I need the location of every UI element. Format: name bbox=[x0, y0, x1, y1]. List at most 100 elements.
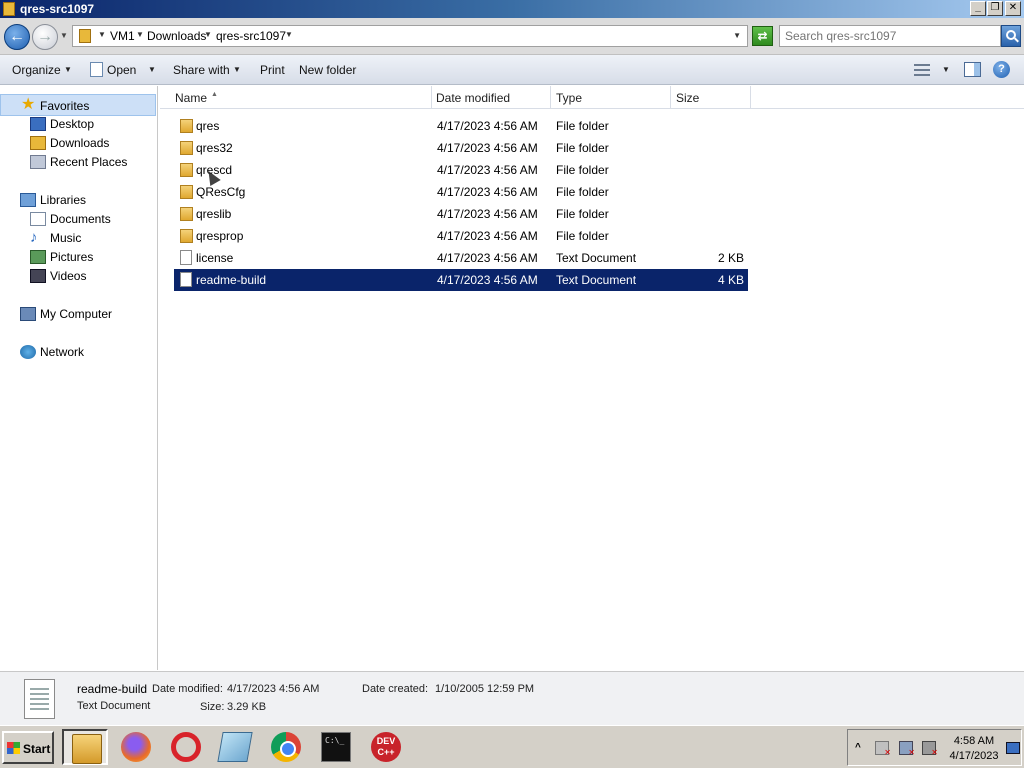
maximize-button[interactable]: ❐ bbox=[987, 1, 1003, 16]
chrome-icon bbox=[271, 732, 301, 762]
view-options-icon[interactable] bbox=[914, 64, 930, 76]
table-row[interactable]: qres 4/17/2023 4:56 AM File folder bbox=[174, 115, 748, 137]
sidebar-item-favorites[interactable]: ★ Favorites bbox=[0, 94, 156, 116]
breadcrumb-vm1[interactable]: VM1 bbox=[110, 29, 135, 43]
recent-places-icon bbox=[30, 155, 46, 169]
show-hidden-icons-button[interactable]: ^ bbox=[855, 742, 861, 753]
file-type: File folder bbox=[556, 163, 609, 177]
action-center-icon[interactable] bbox=[875, 741, 891, 757]
details-created-label: Date created: bbox=[362, 683, 429, 695]
details-pane: readme-build Text Document Date modified… bbox=[0, 671, 1024, 725]
minimize-button[interactable]: _ bbox=[970, 1, 986, 16]
chevron-down-icon[interactable]: ▼ bbox=[233, 65, 241, 74]
breadcrumb-arrow-icon[interactable]: ▼ bbox=[136, 30, 144, 39]
text-file-icon bbox=[180, 272, 192, 287]
start-button[interactable]: Start bbox=[2, 731, 54, 764]
open-button[interactable]: Open bbox=[107, 63, 136, 77]
file-date-modified: 4/17/2023 4:56 AM bbox=[437, 141, 538, 155]
taskbar-command-prompt[interactable]: C:\_ bbox=[313, 729, 359, 765]
command-bar: Organize ▼ Open ▼ Share with ▼ Print New… bbox=[0, 55, 1024, 85]
chevron-down-icon[interactable]: ▼ bbox=[942, 65, 950, 74]
table-row[interactable]: readme-build 4/17/2023 4:56 AM Text Docume… bbox=[174, 269, 748, 291]
file-size: 2 KB bbox=[717, 251, 744, 265]
sidebar-item-label: Pictures bbox=[50, 250, 94, 264]
new-folder-button[interactable]: New folder bbox=[299, 63, 356, 77]
file-name: qresprop bbox=[196, 229, 244, 243]
taskbar-opera[interactable] bbox=[163, 729, 209, 765]
show-desktop-icon[interactable] bbox=[1006, 742, 1020, 754]
system-tray: ^ 4:58 AM 4/17/2023 bbox=[847, 729, 1022, 766]
taskbar-chrome[interactable] bbox=[263, 729, 309, 765]
recent-pages-dropdown[interactable]: ▼ bbox=[60, 31, 68, 40]
folder-icon bbox=[180, 207, 193, 221]
opera-icon bbox=[171, 732, 201, 762]
organize-button[interactable]: Organize bbox=[12, 63, 61, 77]
sidebar-item-label: Network bbox=[40, 345, 85, 359]
network-status-icon[interactable] bbox=[899, 741, 915, 757]
address-history-dropdown[interactable]: ▼ bbox=[733, 31, 741, 40]
column-header-type[interactable]: Type bbox=[551, 86, 671, 109]
file-date-modified: 4/17/2023 4:56 AM bbox=[437, 229, 538, 243]
details-size-value: 3.29 KB bbox=[227, 701, 267, 713]
breadcrumb-arrow-icon[interactable]: ▼ bbox=[204, 30, 212, 39]
back-button[interactable]: ← bbox=[4, 24, 30, 50]
breadcrumb-arrow-icon[interactable]: ▼ bbox=[98, 30, 106, 39]
share-with-button[interactable]: Share with bbox=[173, 63, 230, 77]
navigation-pane: ★ Favorites Desktop Downloads Recent Pla… bbox=[0, 86, 158, 670]
computer-icon bbox=[20, 307, 36, 321]
table-row[interactable]: QResCfg 4/17/2023 4:56 AM File folder bbox=[174, 181, 748, 203]
sidebar-item-label: Videos bbox=[50, 269, 87, 283]
details-file-type: Text Document bbox=[77, 700, 151, 712]
breadcrumb-downloads[interactable]: Downloads bbox=[147, 29, 206, 43]
breadcrumb-qres-src1097[interactable]: qres-src1097 bbox=[216, 29, 286, 43]
column-header-size[interactable]: Size bbox=[671, 86, 751, 109]
file-type: File folder bbox=[556, 229, 609, 243]
forward-button[interactable]: → bbox=[32, 24, 58, 50]
details-modified-label: Date modified: bbox=[152, 683, 223, 695]
table-row[interactable]: qres32 4/17/2023 4:56 AM File folder bbox=[174, 137, 748, 159]
clock[interactable]: 4:58 AM 4/17/2023 bbox=[944, 734, 1004, 764]
folder-icon bbox=[180, 229, 193, 243]
dev-cpp-icon: DEV C++ bbox=[371, 732, 401, 762]
file-type: File folder bbox=[556, 207, 609, 221]
file-date-modified: 4/17/2023 4:56 AM bbox=[437, 251, 538, 265]
search-input[interactable] bbox=[785, 29, 995, 43]
folder-icon bbox=[180, 185, 193, 199]
help-icon[interactable]: ? bbox=[993, 61, 1010, 78]
file-date-modified: 4/17/2023 4:56 AM bbox=[437, 163, 538, 177]
search-box[interactable] bbox=[779, 25, 1001, 47]
file-date-modified: 4/17/2023 4:56 AM bbox=[437, 273, 538, 287]
table-row[interactable]: qreslib 4/17/2023 4:56 AM File folder bbox=[174, 203, 748, 225]
chevron-down-icon[interactable]: ▼ bbox=[148, 65, 156, 74]
breadcrumb-arrow-icon[interactable]: ▼ bbox=[285, 30, 293, 39]
taskbar-notepad[interactable] bbox=[212, 729, 258, 765]
print-button[interactable]: Print bbox=[260, 63, 285, 77]
column-header-name[interactable]: Name ▲ bbox=[170, 86, 432, 109]
column-header-date-modified[interactable]: Date modified bbox=[431, 86, 551, 109]
details-created-value: 1/10/2005 12:59 PM bbox=[435, 683, 535, 695]
volume-icon[interactable] bbox=[922, 741, 938, 757]
pictures-icon bbox=[30, 250, 46, 264]
sidebar-item-label: Libraries bbox=[40, 193, 87, 207]
taskbar-dev-cpp[interactable]: DEV C++ bbox=[363, 729, 409, 765]
table-row[interactable]: qresprop 4/17/2023 4:56 AM File folder bbox=[174, 225, 748, 247]
details-file-name: readme-build bbox=[77, 682, 148, 696]
close-button[interactable]: ✕ bbox=[1005, 1, 1021, 16]
title-bar: qres-src1097 _ ❐ ✕ bbox=[0, 0, 1024, 18]
desktop-icon bbox=[30, 117, 46, 131]
file-type: File folder bbox=[556, 141, 609, 155]
address-bar[interactable]: ▼ VM1 ▼ Downloads ▼ qres-src1097 ▼ ▼ bbox=[72, 25, 748, 47]
chevron-down-icon[interactable]: ▼ bbox=[64, 65, 72, 74]
text-document-icon bbox=[24, 679, 55, 719]
file-name: qreslib bbox=[196, 207, 232, 221]
taskbar-file-explorer[interactable] bbox=[62, 729, 108, 765]
sidebar-item-label: Music bbox=[50, 231, 82, 245]
column-header-label: Name bbox=[175, 91, 208, 105]
table-row[interactable]: qrescd 4/17/2023 4:56 AM File folder bbox=[174, 159, 748, 181]
file-name: qres32 bbox=[196, 141, 233, 155]
table-row[interactable]: license 4/17/2023 4:56 AM Text Document 2 K… bbox=[174, 247, 748, 269]
search-button[interactable] bbox=[1001, 25, 1021, 47]
refresh-button[interactable]: ⇄ bbox=[752, 26, 773, 46]
preview-pane-icon[interactable] bbox=[964, 62, 981, 77]
taskbar-firefox[interactable] bbox=[113, 729, 159, 765]
